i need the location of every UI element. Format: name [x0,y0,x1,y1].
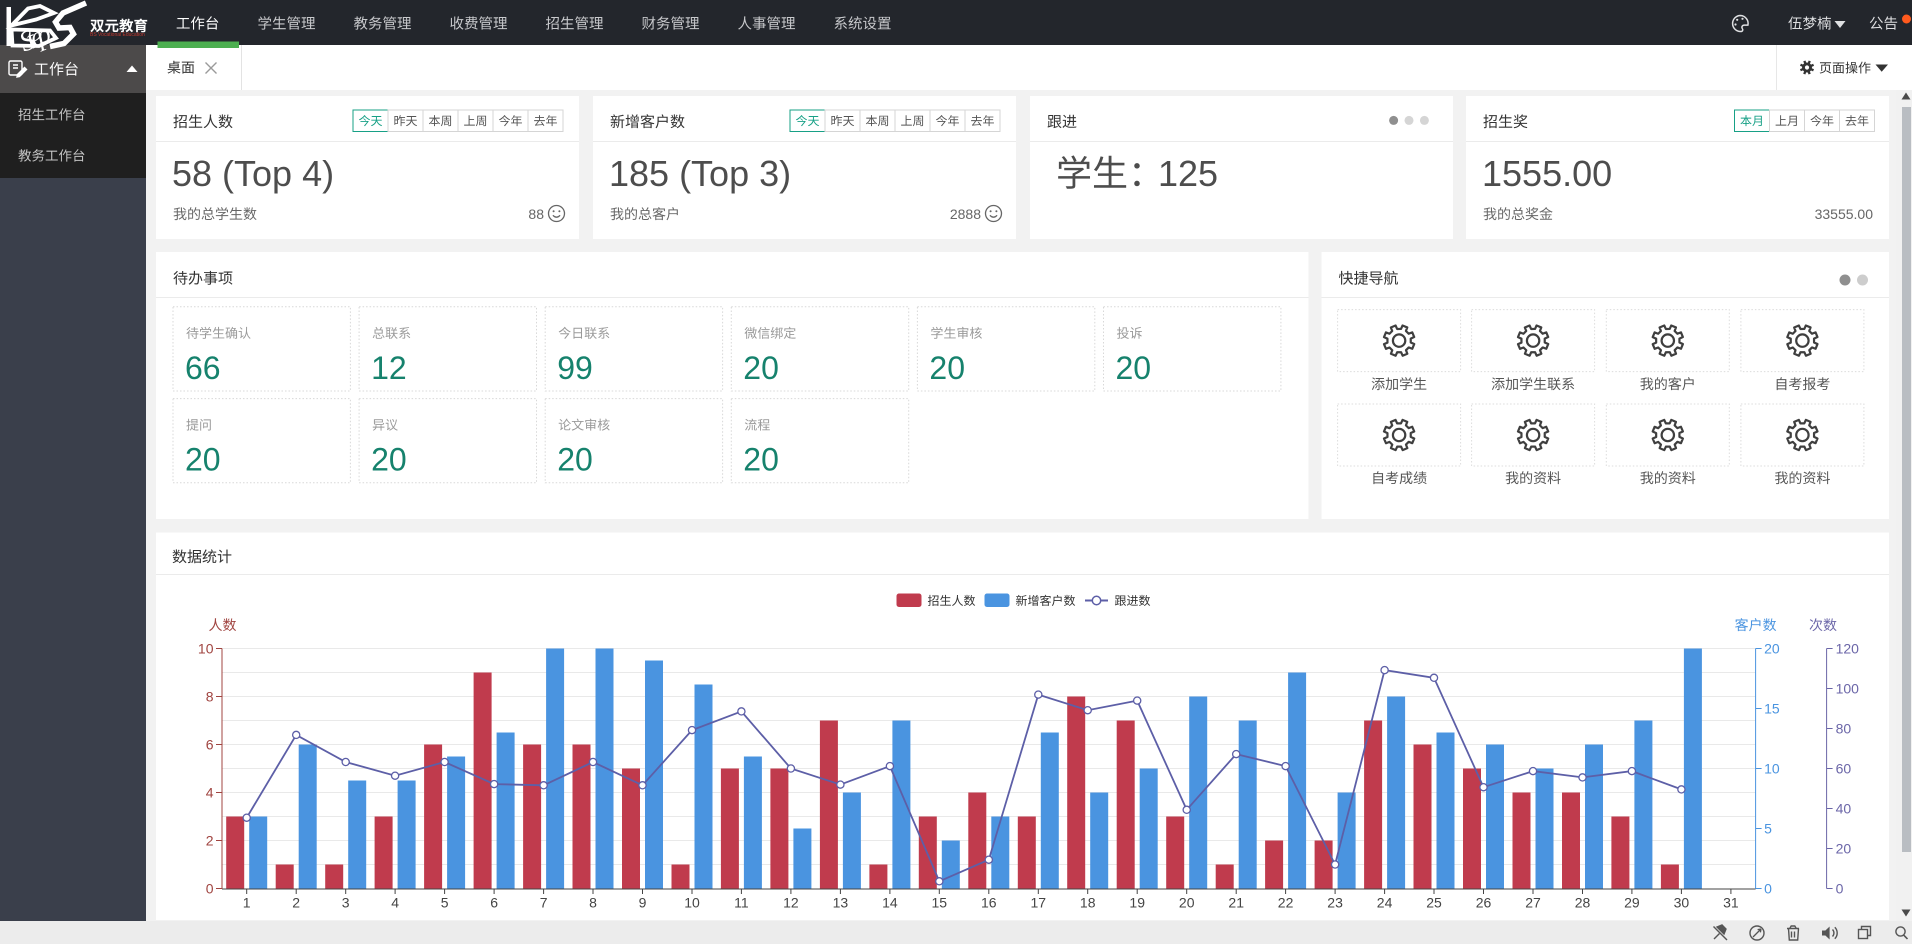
svg-text:40: 40 [1836,801,1852,817]
svg-text:3: 3 [342,895,350,911]
svg-text:19: 19 [1129,895,1145,911]
svg-text:88: 88 [528,206,544,222]
svg-text:1: 1 [243,895,251,911]
svg-text:20: 20 [1836,841,1852,857]
svg-text:23: 23 [1327,895,1343,911]
svg-text:10: 10 [1764,761,1780,777]
svg-text:13: 13 [833,895,849,911]
svg-text:1555.00: 1555.00 [1482,153,1612,194]
svg-text:16: 16 [981,895,997,911]
svg-text:2: 2 [292,895,300,911]
svg-text:27: 27 [1525,895,1541,911]
svg-text:20: 20 [743,350,779,386]
svg-text:24: 24 [1377,895,1393,911]
svg-text:BS Vocational Education: BS Vocational Education [90,32,145,38]
svg-text:5: 5 [1764,821,1772,837]
svg-text:28: 28 [1575,895,1591,911]
svg-text:20: 20 [185,442,221,478]
svg-text:9: 9 [639,895,647,911]
svg-text:120: 120 [1836,641,1860,657]
svg-text:25: 25 [1426,895,1442,911]
svg-text:8: 8 [589,895,597,911]
svg-text:4: 4 [391,895,399,911]
svg-text:11: 11 [734,895,749,911]
svg-text:20: 20 [1179,895,1195,911]
svg-text:6: 6 [490,895,498,911]
svg-text:60: 60 [1836,761,1852,777]
svg-text:185 (Top 3): 185 (Top 3) [609,153,791,194]
svg-text:8: 8 [206,689,214,705]
svg-text:0: 0 [1764,881,1772,897]
svg-text:30: 30 [1674,895,1690,911]
svg-text:20: 20 [1116,350,1152,386]
svg-text:125: 125 [1158,153,1218,194]
svg-text:10: 10 [198,641,214,657]
svg-text:29: 29 [1624,895,1640,911]
svg-text:99: 99 [557,350,593,386]
svg-text:0: 0 [1836,881,1844,897]
svg-text:21: 21 [1228,895,1244,911]
svg-text:20: 20 [371,442,407,478]
svg-text:66: 66 [185,350,221,386]
svg-text:100: 100 [1836,681,1860,697]
svg-text:26: 26 [1476,895,1492,911]
svg-text:20: 20 [929,350,965,386]
svg-text:10: 10 [684,895,700,911]
svg-text:58 (Top 4): 58 (Top 4) [172,153,334,194]
svg-text:18: 18 [1080,895,1096,911]
svg-text:20: 20 [743,442,779,478]
svg-text:20: 20 [557,442,593,478]
svg-text:15: 15 [1764,701,1780,717]
svg-text:33555.00: 33555.00 [1815,206,1874,222]
svg-text:80: 80 [1836,721,1852,737]
svg-text:6: 6 [206,737,214,753]
svg-text:12: 12 [783,895,799,911]
svg-text:2: 2 [206,833,214,849]
svg-text:31: 31 [1723,895,1739,911]
svg-text:4: 4 [206,785,214,801]
svg-text:14: 14 [882,895,898,911]
svg-text:22: 22 [1278,895,1294,911]
svg-text:17: 17 [1031,895,1047,911]
svg-text:12: 12 [371,350,407,386]
svg-text:0: 0 [206,881,214,897]
svg-text:2888: 2888 [950,206,981,222]
svg-text:5: 5 [441,895,449,911]
svg-text:15: 15 [932,895,948,911]
svg-text:7: 7 [540,895,548,911]
svg-text:20: 20 [1764,641,1780,657]
